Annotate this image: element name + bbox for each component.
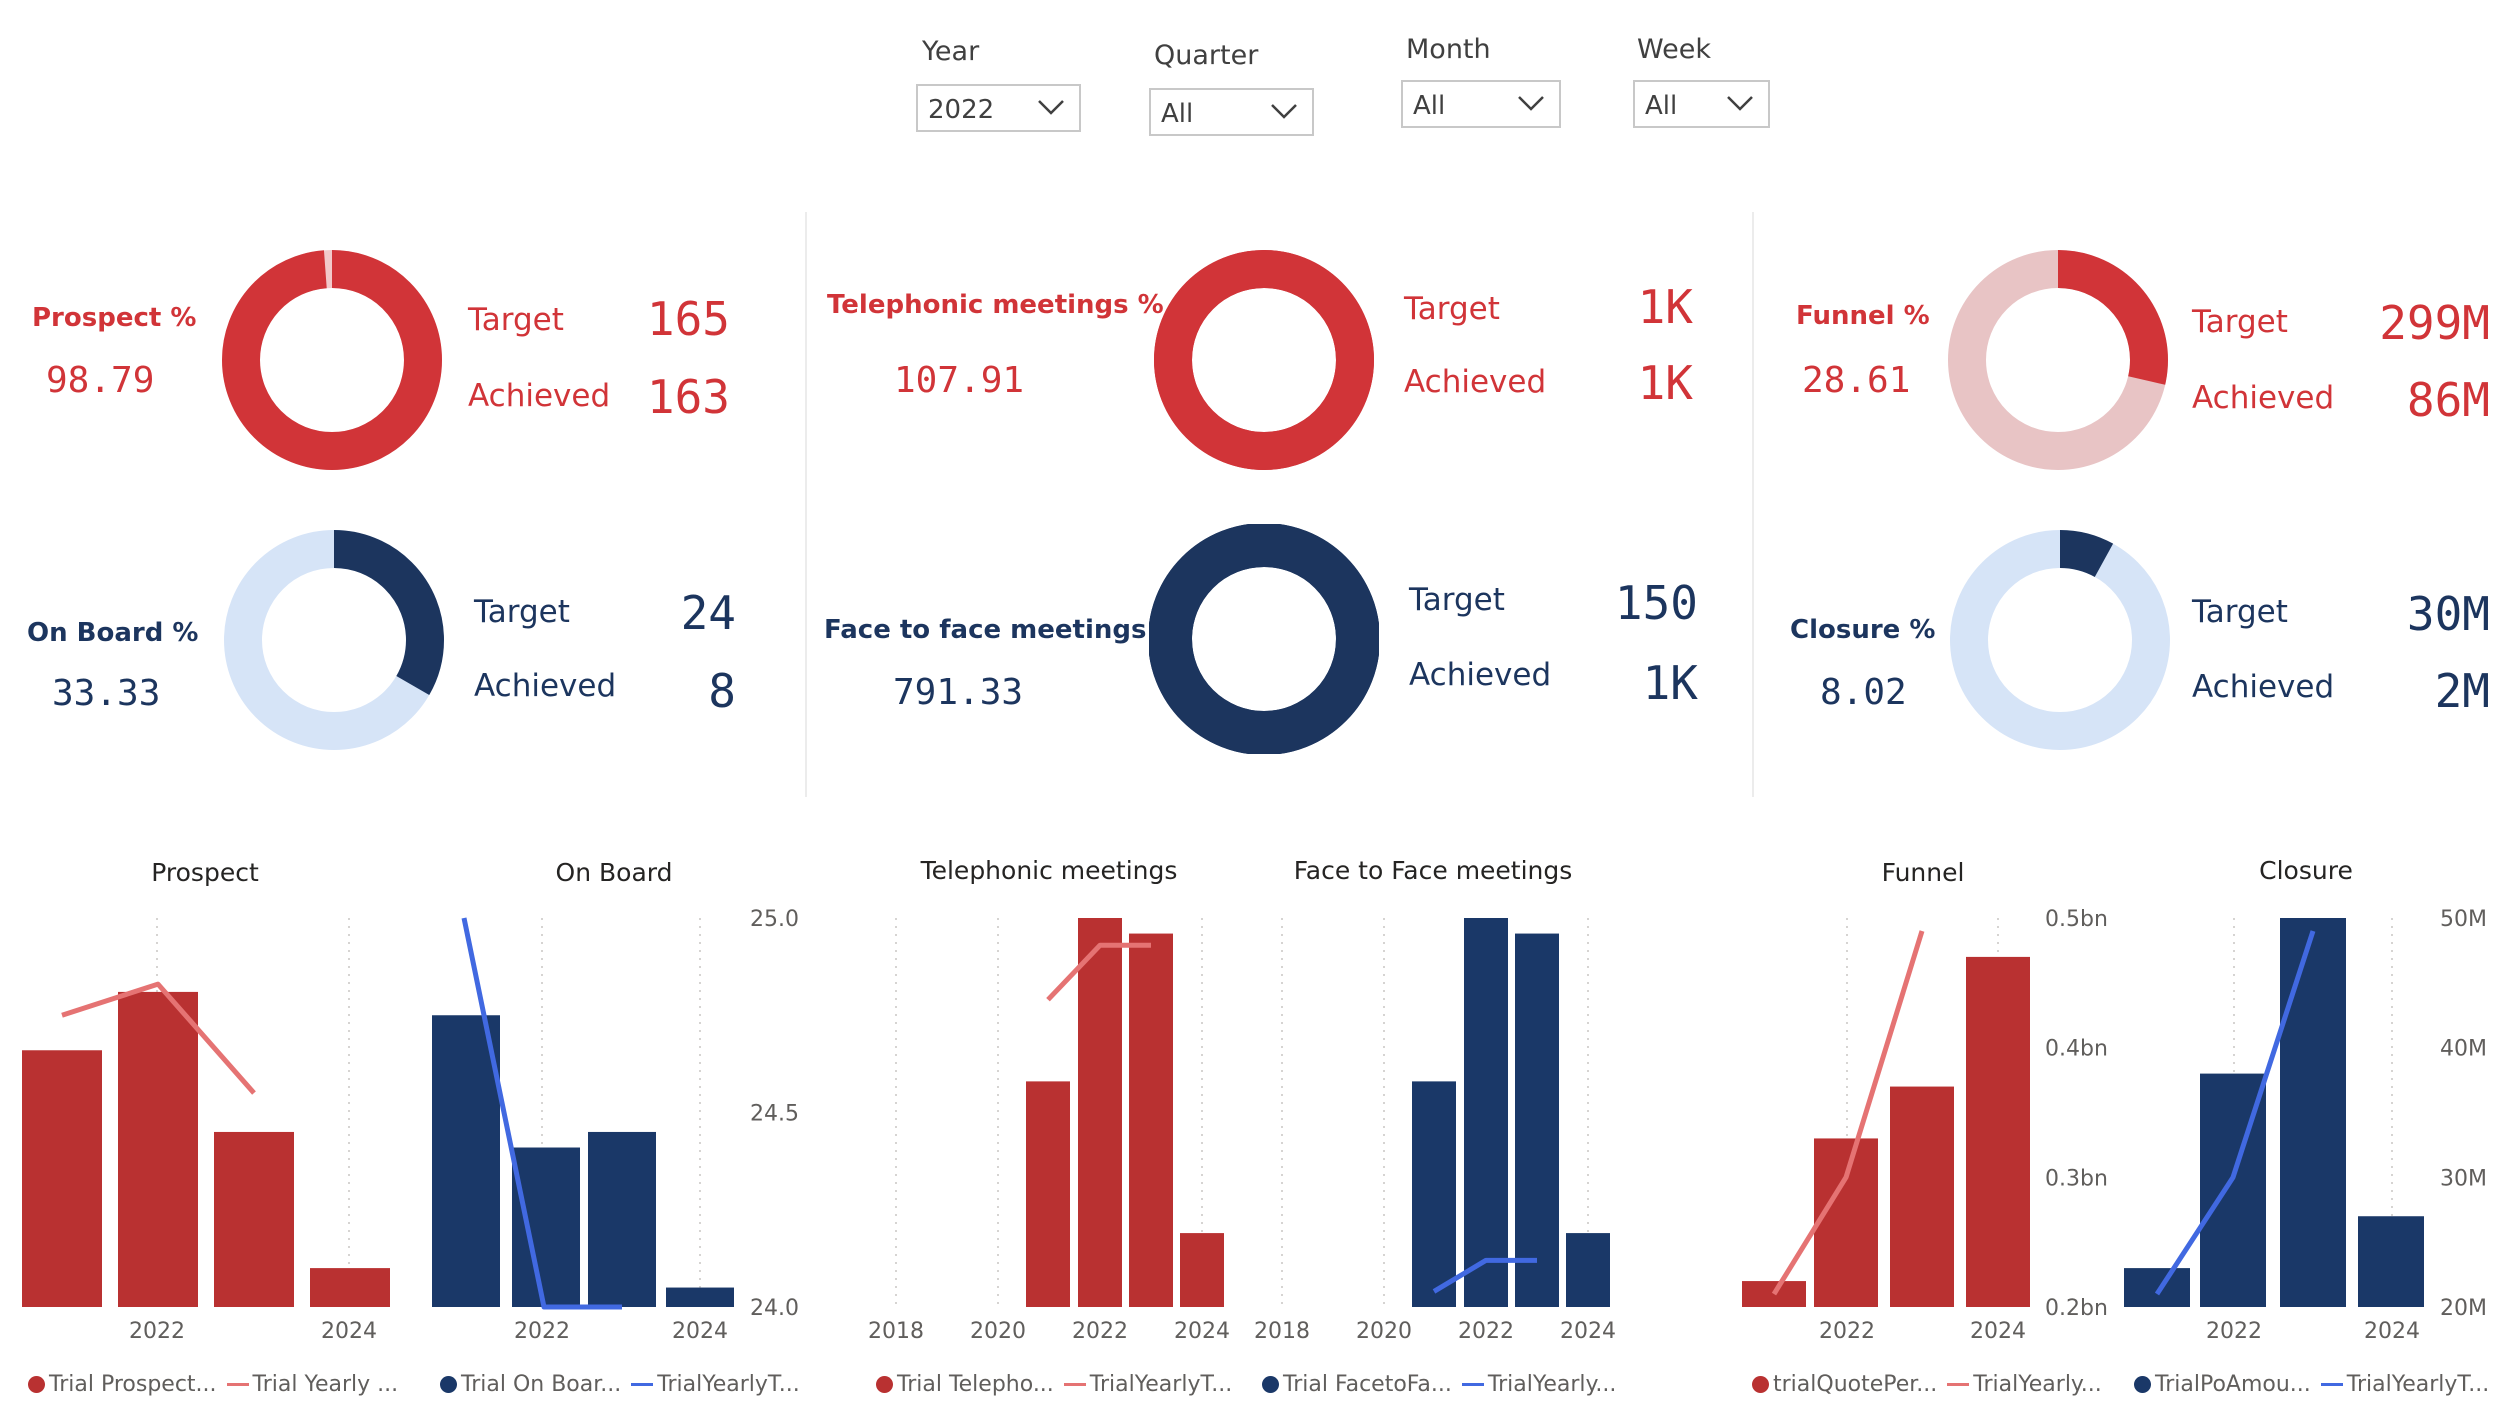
chart-funnel: 2022 2024 0.5bn 0.4bn 0.3bn 0.2bn [1742, 907, 2108, 1344]
bar [1566, 1233, 1610, 1307]
bar [512, 1147, 580, 1307]
legend-item: TrialPoAmou... [2155, 1372, 2311, 1397]
bar [214, 1131, 294, 1307]
legend-item: TrialYearlyT... [1089, 1372, 1233, 1397]
legend-prospect: Trial Prospect... Trial Yearly ... [28, 1372, 398, 1397]
legend-bar-swatch [1262, 1376, 1279, 1393]
legend-item: TrialYearlyT... [657, 1372, 800, 1397]
legend-telephonic: Trial Telepho... TrialYearlyT... [876, 1372, 1232, 1397]
x-tick-label: 2022 [2206, 1319, 2262, 1344]
legend-funnel: trialQuotePer... TrialYearly... [1752, 1372, 2102, 1397]
y2-tick-label: 40M [2440, 1037, 2487, 1062]
y2-tick-label: 0.3bn [2045, 1166, 2108, 1191]
bar [118, 991, 198, 1307]
bar [1966, 956, 2030, 1307]
legend-item: Trial Prospect... [49, 1372, 217, 1397]
legend-bar-swatch [2134, 1376, 2151, 1393]
y2-tick-label: 0.2bn [2045, 1296, 2108, 1321]
legend-bar-swatch [876, 1376, 893, 1393]
bar [1078, 918, 1122, 1307]
legend-bar-swatch [28, 1376, 45, 1393]
x-tick-label: 2018 [1254, 1319, 1310, 1344]
legend-line-swatch [2320, 1383, 2343, 1386]
x-tick-label: 2020 [1356, 1319, 1412, 1344]
legend-line-swatch [1063, 1383, 1086, 1386]
x-tick-label: 2022 [1458, 1319, 1514, 1344]
chart-closure: 2022 2024 50M 40M 30M 20M [2124, 907, 2487, 1344]
y2-tick-label: 24.5 [750, 1102, 799, 1127]
legend-onboard: Trial On Boar... TrialYearlyT... [440, 1372, 800, 1397]
bar [1814, 1138, 1878, 1307]
x-tick-label: 2024 [2364, 1319, 2420, 1344]
bar [432, 1015, 500, 1307]
bar [1129, 933, 1173, 1307]
bar [310, 1268, 390, 1307]
x-tick-label: 2024 [672, 1319, 728, 1344]
combo-charts: 2022 2024 2022 2024 25.0 24.5 24.0 2018 2020 2022… [22, 907, 2487, 1344]
bar [1464, 918, 1508, 1307]
bar [666, 1287, 734, 1307]
y2-tick-label: 25.0 [750, 907, 799, 932]
bar [1890, 1086, 1954, 1307]
legend-line-swatch [631, 1383, 654, 1386]
x-tick-label: 2018 [868, 1319, 924, 1344]
chart-face-to-face-meetings: 2018 2020 2022 2024 [1254, 918, 1616, 1344]
chart-telephonic-meetings: 2018 2020 2022 2024 [868, 918, 1230, 1344]
legend-item: Trial Telepho... [897, 1372, 1054, 1397]
y2-tick-label: 24.0 [750, 1296, 799, 1321]
y2-tick-label: 20M [2440, 1296, 2487, 1321]
x-tick-label: 2022 [1819, 1319, 1875, 1344]
bar [588, 1131, 656, 1307]
legend-item: TrialYearlyT... [2346, 1372, 2490, 1397]
legend-item: Trial FacetoFa... [1283, 1372, 1452, 1397]
bar [1412, 1081, 1456, 1307]
bar [1026, 1081, 1070, 1307]
legend-item: TrialYearly... [1973, 1372, 2102, 1397]
bar [1180, 1233, 1224, 1307]
x-tick-label: 2022 [1072, 1319, 1128, 1344]
bar [22, 1050, 102, 1307]
bar [2124, 1268, 2190, 1307]
legend-line-swatch [226, 1383, 249, 1386]
legend-line-swatch [1947, 1383, 1970, 1386]
chart-on-board: 2022 2024 25.0 24.5 24.0 [432, 907, 799, 1344]
bar [2280, 918, 2346, 1307]
legend-item: TrialYearly... [1487, 1372, 1617, 1397]
bar [2358, 1216, 2424, 1307]
legend-bar-swatch [1752, 1376, 1769, 1393]
y2-tick-label: 0.4bn [2045, 1037, 2108, 1062]
legend-bar-swatch [440, 1376, 457, 1393]
x-tick-label: 2022 [129, 1319, 185, 1344]
chart-prospect: 2022 2024 [22, 918, 390, 1344]
legend-line-swatch [1461, 1383, 1484, 1386]
legend-item: Trial Yearly ... [252, 1372, 399, 1397]
legend-item: trialQuotePer... [1773, 1372, 1938, 1397]
y2-tick-label: 30M [2440, 1166, 2487, 1191]
x-tick-label: 2020 [970, 1319, 1026, 1344]
x-tick-label: 2022 [514, 1319, 570, 1344]
bar [1515, 933, 1559, 1307]
y2-tick-label: 0.5bn [2045, 907, 2108, 932]
x-tick-label: 2024 [321, 1319, 377, 1344]
legend-facetoface: Trial FacetoFa... TrialYearly... [1262, 1372, 1616, 1397]
legend-closure: TrialPoAmou... TrialYearlyT... [2134, 1372, 2489, 1397]
x-tick-label: 2024 [1970, 1319, 2026, 1344]
y2-tick-label: 50M [2440, 907, 2487, 932]
x-tick-label: 2024 [1560, 1319, 1616, 1344]
legend-item: Trial On Boar... [461, 1372, 622, 1397]
x-tick-label: 2024 [1174, 1319, 1230, 1344]
